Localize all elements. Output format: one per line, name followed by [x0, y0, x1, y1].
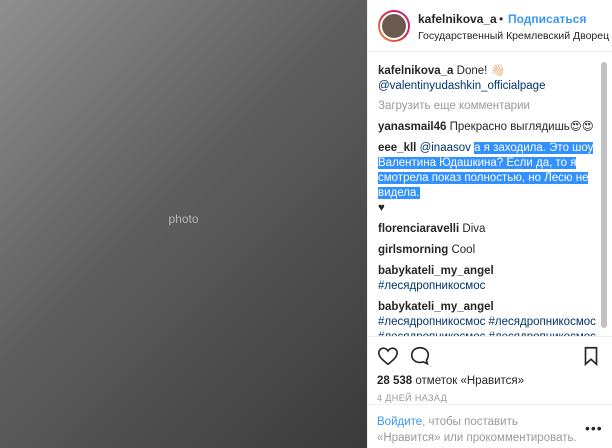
footer: Войдите, чтобы поставить «Нравится» или … — [367, 404, 612, 448]
login-link[interactable]: Войдите — [377, 416, 422, 428]
scrollbar-thumb[interactable] — [601, 62, 607, 328]
comment-username[interactable]: eee_kll — [378, 142, 416, 154]
more-options-icon[interactable]: ••• — [585, 420, 603, 436]
comment-username[interactable]: girlsmorning — [378, 244, 448, 256]
follow-button[interactable]: Подписаться — [508, 12, 586, 26]
comment-username[interactable]: babykateli_my_angel — [378, 301, 494, 313]
header-username[interactable]: kafelnikova_a — [418, 12, 497, 26]
comment-username[interactable]: yanasmail46 — [378, 121, 446, 133]
comment-text: Прекрасно выглядишь😍😍 — [449, 121, 594, 133]
comment-hashtags[interactable]: #лесядропникосмос #лесядропникосмос #лес… — [378, 316, 596, 336]
heart-icon: ♥ — [378, 202, 385, 214]
load-more-comments-button[interactable]: Загрузить еще комментарии — [378, 100, 604, 112]
caption-mention[interactable]: @valentinyudashkin_officialpage — [378, 80, 545, 92]
comment-username[interactable]: babykateli_my_angel — [378, 265, 494, 277]
photo-placeholder-label: photo — [168, 212, 199, 226]
heart-icon[interactable] — [377, 345, 399, 367]
post-header: kafelnikova_a • Подписаться Государствен… — [368, 0, 612, 52]
post-side-panel: kafelnikova_a • Подписаться Государствен… — [367, 0, 612, 448]
comment: babykateli_my_angel #лесядропникосмос #л… — [378, 300, 604, 336]
location-link[interactable]: Государственный Кремлевский Дворец — [418, 30, 609, 42]
comment-icon[interactable] — [409, 345, 431, 367]
post-photo[interactable]: photo — [0, 0, 367, 448]
caption-username[interactable]: kafelnikova_a — [378, 65, 453, 77]
comment-text: Cool — [451, 244, 476, 256]
comment-mention[interactable]: @inaasov — [420, 142, 471, 154]
comment-text: Diva — [462, 223, 486, 235]
avatar-image — [380, 12, 408, 40]
caption: kafelnikova_a Done! 👋🏻 @valentinyudashki… — [378, 64, 604, 94]
comment: babykateli_my_angel #лесядропникосмос — [378, 264, 604, 294]
comments-scrollbar[interactable] — [600, 58, 608, 336]
login-prompt: Войдите, чтобы поставить «Нравится» или … — [377, 414, 577, 446]
comment-username[interactable]: florenciaravelli — [378, 223, 459, 235]
bookmark-icon[interactable] — [580, 345, 602, 367]
caption-text: Done! 👋🏻 — [456, 65, 505, 77]
comments-list[interactable]: kafelnikova_a Done! 👋🏻 @valentinyudashki… — [378, 64, 604, 336]
action-bar — [367, 336, 612, 372]
comment: eee_kll @inaasov а я заходила. Это шоу В… — [378, 141, 604, 216]
comment: yanasmail46 Прекрасно выглядишь😍😍 — [378, 120, 604, 135]
header-separator: • — [499, 12, 504, 26]
avatar[interactable] — [378, 10, 410, 42]
comment-hashtag[interactable]: #лесядропникосмос — [378, 280, 485, 292]
comment: florenciaravelli Diva — [378, 222, 604, 237]
comment: girlsmorning Cool — [378, 243, 604, 258]
